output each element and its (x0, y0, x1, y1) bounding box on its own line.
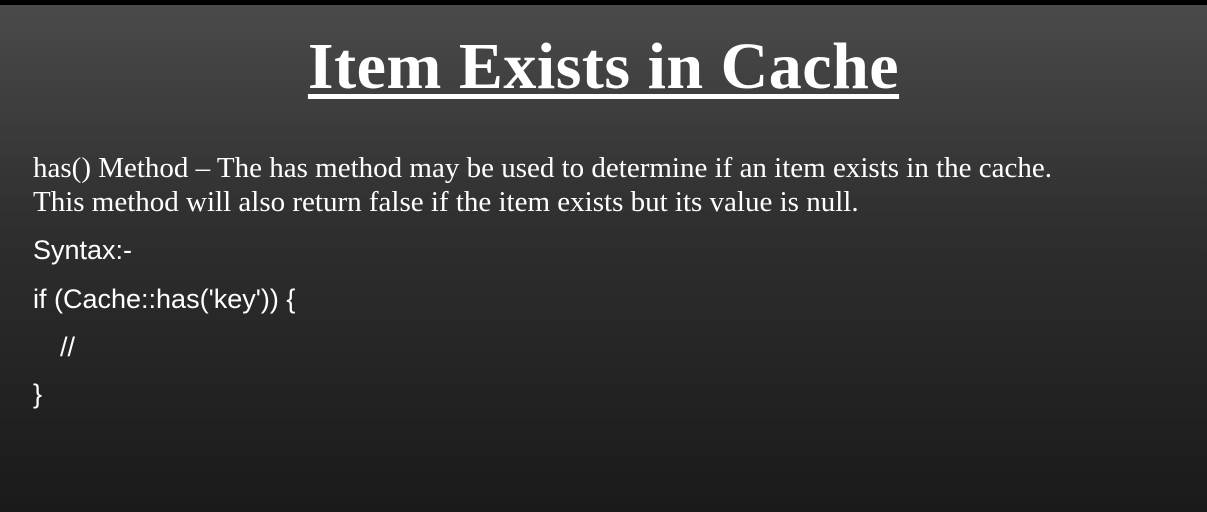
slide: Item Exists in Cache has() Method – The … (0, 0, 1207, 512)
code-line-1: if (Cache::has('key')) { (33, 284, 296, 314)
description-line-2: This method will also return false if th… (33, 186, 859, 218)
syntax-label: Syntax:- (33, 235, 133, 265)
code-line-2: // (60, 332, 76, 362)
code-line-3: } (33, 379, 43, 409)
slide-title: Item Exists in Cache (307, 30, 900, 103)
description-line-1: has() Method – The has method may be use… (33, 152, 1053, 184)
description-paragraph: has() Method – The has method may be use… (33, 151, 1193, 219)
